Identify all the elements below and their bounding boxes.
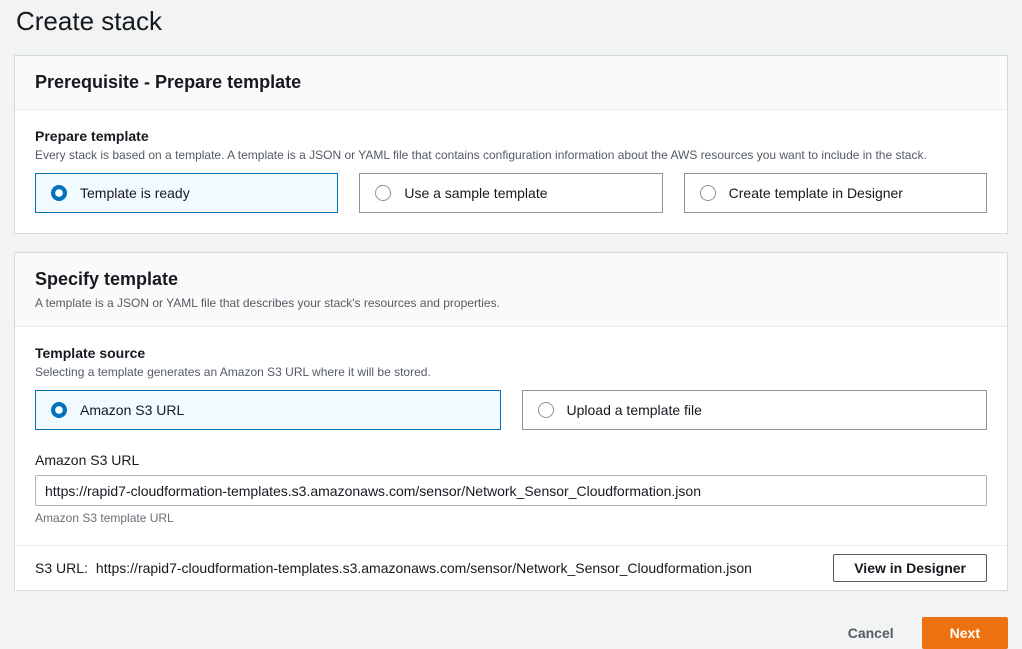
radio-unselected-icon[interactable] (699, 185, 716, 201)
s3-url-summary-value: https://rapid7-cloudformation-templates.… (95, 560, 752, 576)
prerequisite-panel-title: Prerequisite - Prepare template (35, 72, 302, 92)
specify-template-panel: Specify template A template is a JSON or… (14, 252, 1008, 591)
prerequisite-panel-body: Prepare template Every stack is based on… (15, 110, 1007, 233)
view-in-designer-button[interactable]: View in Designer (833, 554, 987, 582)
wizard-actions: Cancel Next (14, 617, 1008, 649)
radio-selected-icon[interactable] (51, 402, 67, 418)
template-source-options: Amazon S3 URL Upload a template file (35, 390, 987, 430)
radio-tile-label: Amazon S3 URL (80, 402, 185, 418)
s3-url-input[interactable] (35, 475, 987, 506)
specify-template-description: A template is a JSON or YAML file that d… (35, 296, 500, 310)
next-button[interactable]: Next (921, 617, 1008, 649)
s3-url-summary-label: S3 URL: (35, 560, 88, 576)
s3-url-helper-text: Amazon S3 template URL (35, 511, 174, 525)
specify-template-body: Template source Selecting a template gen… (15, 327, 1007, 545)
s3-url-summary: S3 URL: https://rapid7-cloudformation-tem… (35, 560, 752, 576)
radio-selected-icon[interactable] (51, 185, 67, 201)
radio-unselected-icon[interactable] (375, 185, 392, 201)
prerequisite-panel-header: Prerequisite - Prepare template (15, 56, 1007, 110)
radio-tile-label: Create template in Designer (728, 185, 903, 201)
page-title: Create stack (16, 6, 162, 36)
radio-tile-upload-template-file[interactable]: Upload a template file (521, 390, 987, 430)
specify-template-footer: S3 URL: https://rapid7-cloudformation-tem… (15, 545, 1007, 590)
s3-url-input-label: Amazon S3 URL (35, 452, 140, 468)
specify-template-header: Specify template A template is a JSON or… (15, 253, 1007, 327)
template-source-label: Template source (35, 345, 146, 361)
radio-tile-use-sample-template[interactable]: Use a sample template (359, 173, 663, 213)
specify-template-title: Specify template (35, 269, 179, 289)
radio-tile-label: Template is ready (80, 185, 190, 201)
radio-tile-template-is-ready[interactable]: Template is ready (35, 173, 339, 213)
radio-unselected-icon[interactable] (537, 402, 554, 418)
template-source-description: Selecting a template generates an Amazon… (35, 365, 431, 379)
prepare-template-options: Template is ready Use a sample template … (35, 173, 987, 213)
radio-tile-label: Upload a template file (566, 402, 702, 418)
radio-tile-label: Use a sample template (404, 185, 548, 201)
prepare-template-label: Prepare template (35, 128, 149, 144)
prerequisite-panel: Prerequisite - Prepare template Prepare … (14, 55, 1008, 234)
radio-tile-amazon-s3-url[interactable]: Amazon S3 URL (35, 390, 501, 430)
prepare-template-description: Every stack is based on a template. A te… (35, 148, 927, 162)
s3-url-field-block: Amazon S3 URL Amazon S3 template URL (35, 452, 987, 525)
radio-tile-create-template-in-designer[interactable]: Create template in Designer (683, 173, 987, 213)
